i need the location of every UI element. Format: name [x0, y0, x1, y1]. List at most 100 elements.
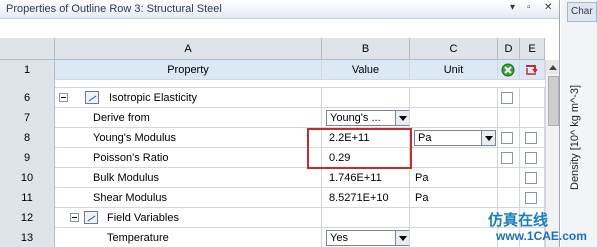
field-variables-icon	[84, 211, 98, 224]
unit-value: Pa	[415, 172, 429, 184]
column-letter-d[interactable]: D	[498, 38, 520, 60]
hidden-rows-gap	[0, 80, 545, 88]
parameter-checkbox[interactable]	[501, 132, 513, 144]
filter-cell	[520, 128, 545, 148]
row-number: 6	[0, 88, 55, 108]
filter-checkbox[interactable]	[525, 172, 537, 184]
scroll-up-icon[interactable]	[546, 60, 559, 74]
row-number: 9	[0, 148, 55, 168]
row-number: 13	[0, 228, 55, 247]
bulk-modulus-value: 1.746E+11	[329, 172, 382, 184]
column-letter-b[interactable]: B	[322, 38, 410, 60]
property-column-header: Property	[55, 60, 322, 80]
unit-cell	[410, 148, 498, 168]
unit-cell	[410, 108, 498, 128]
parameter-x-icon	[501, 63, 515, 77]
value-cell: 8.5271E+10	[322, 188, 410, 208]
highlight-box	[307, 128, 412, 169]
value-cell	[322, 208, 410, 228]
filter-checkbox[interactable]	[525, 132, 537, 144]
property-name: Poisson's Ratio	[93, 152, 169, 164]
value-cell: Young's ...	[322, 108, 410, 128]
property-header-row: 1 Property Value Unit	[0, 60, 545, 80]
parameter-header-cell	[498, 60, 520, 80]
chart-pane: Char Density [10^ kg m^-3]	[561, 0, 597, 247]
value-cell	[322, 88, 410, 108]
temperature-dropdown[interactable]: Yes	[326, 230, 409, 246]
property-cell: Temperature	[55, 228, 322, 247]
unit-cell	[410, 228, 498, 247]
filter-icon	[526, 65, 538, 75]
column-letter-e[interactable]: E	[520, 38, 545, 60]
unit-cell	[410, 208, 498, 228]
table-row[interactable]: 10 Bulk Modulus 1.746E+11 Pa	[0, 168, 545, 188]
chevron-down-icon[interactable]	[395, 231, 409, 245]
property-cell: Bulk Modulus	[55, 168, 322, 188]
dropdown-value: Young's ...	[330, 112, 381, 124]
property-cell: Young's Modulus	[55, 128, 322, 148]
unit-value: Pa	[415, 192, 429, 204]
value-column-header: Value	[322, 60, 410, 80]
filter-cell	[520, 108, 545, 128]
dropdown-value: Pa	[418, 132, 432, 144]
pin-icon[interactable]: ▫	[527, 2, 531, 13]
parameter-checkbox[interactable]	[501, 152, 513, 164]
row-number: 1	[0, 60, 55, 80]
row-number: 11	[0, 188, 55, 208]
dropdown-value: Yes	[330, 232, 348, 244]
column-letter-a[interactable]: A	[55, 38, 322, 60]
parameter-cell	[498, 128, 520, 148]
row-number: 8	[0, 128, 55, 148]
chart-tab[interactable]: Char	[567, 2, 597, 22]
table-row[interactable]: 11 Shear Modulus 8.5271E+10 Pa	[0, 188, 545, 208]
filter-checkbox[interactable]	[525, 152, 537, 164]
chart-axis-label: Density [10^ kg m^-3]	[569, 84, 581, 190]
property-name: Isotropic Elasticity	[109, 92, 198, 104]
panel-titlebar: Properties of Outline Row 3: Structural …	[0, 0, 559, 19]
row-number: 10	[0, 168, 55, 188]
watermark-url: www.1CAE.com	[496, 229, 587, 243]
derive-from-dropdown[interactable]: Young's ...	[326, 110, 409, 126]
parameter-cell	[498, 188, 520, 208]
unit-dropdown[interactable]: Pa	[414, 130, 496, 146]
filter-checkbox[interactable]	[525, 192, 537, 204]
filter-cell	[520, 88, 545, 108]
table-row[interactable]: 6 Isotropic Elasticity	[0, 88, 545, 108]
corner-cell	[0, 38, 55, 60]
column-letter-c[interactable]: C	[410, 38, 498, 60]
chevron-down-icon[interactable]	[481, 131, 495, 145]
parameter-cell	[498, 88, 520, 108]
dropdown-menu-icon[interactable]: ▾	[510, 2, 515, 13]
panel-title: Properties of Outline Row 3: Structural …	[6, 3, 222, 15]
table-row[interactable]: 7 Derive from Young's ...	[0, 108, 545, 128]
unit-cell: Pa	[410, 188, 498, 208]
unit-column-header: Unit	[410, 60, 498, 80]
filter-cell	[520, 148, 545, 168]
property-name: Bulk Modulus	[93, 172, 160, 184]
table-row[interactable]: 13 Temperature Yes	[0, 228, 545, 247]
table-row[interactable]: 9 Poisson's Ratio 0.29	[0, 148, 545, 168]
row-number: 12	[0, 208, 55, 228]
shear-modulus-value: 8.5271E+10	[329, 192, 389, 204]
property-name: Temperature	[107, 232, 169, 244]
column-letter-header: A B C D E	[0, 38, 545, 60]
property-name: Field Variables	[107, 212, 179, 224]
properties-panel: Properties of Outline Row 3: Structural …	[0, 0, 560, 247]
property-cell: Field Variables	[55, 208, 322, 228]
collapse-icon[interactable]	[70, 213, 79, 222]
chevron-down-icon[interactable]	[395, 111, 409, 125]
filter-header-cell	[520, 60, 545, 80]
collapse-icon[interactable]	[59, 93, 68, 102]
scroll-thumb[interactable]	[548, 76, 559, 126]
table-row[interactable]: 8 Young's Modulus 2.2E+11 Pa	[0, 128, 545, 148]
parameter-checkbox[interactable]	[501, 92, 513, 104]
property-cell: Poisson's Ratio	[55, 148, 322, 168]
close-icon[interactable]: ✕	[544, 2, 552, 13]
unit-cell: Pa	[410, 168, 498, 188]
value-cell: 1.746E+11	[322, 168, 410, 188]
property-name: Young's Modulus	[93, 132, 177, 144]
parameter-cell	[498, 168, 520, 188]
table-row[interactable]: 12 Field Variables	[0, 208, 545, 228]
value-cell: Yes	[322, 228, 410, 247]
property-name: Shear Modulus	[93, 192, 167, 204]
